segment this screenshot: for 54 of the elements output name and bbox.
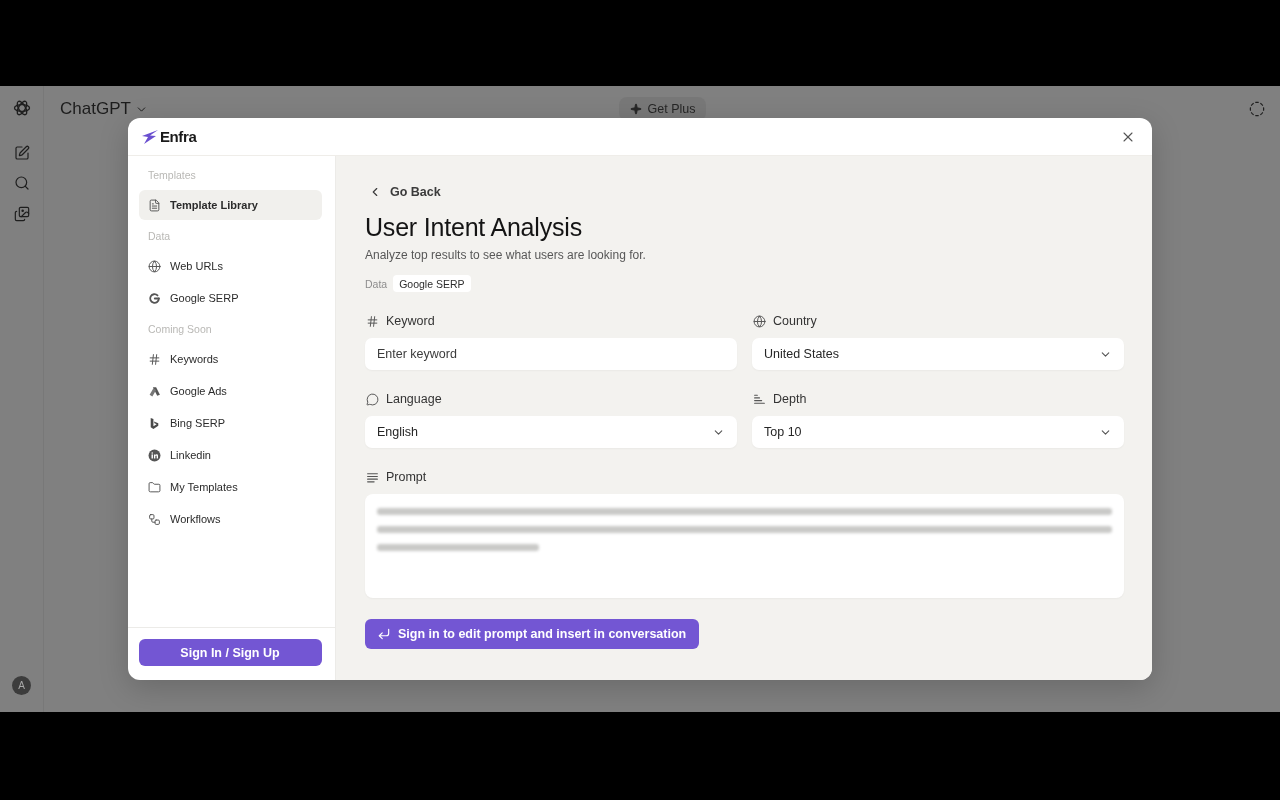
sidebar-item[interactable]: Bing SERP <box>139 408 322 438</box>
edit-icon[interactable] <box>13 145 30 161</box>
page-title: User Intent Analysis <box>365 212 583 242</box>
sparkle-icon <box>629 103 642 115</box>
return-arrow-icon <box>377 627 391 641</box>
document-icon <box>148 198 161 212</box>
field-label: Keyword <box>386 314 435 328</box>
data-label: Data <box>365 277 388 290</box>
hash-icon <box>148 352 161 366</box>
logo-icon[interactable] <box>12 99 31 117</box>
section-heading: Templates <box>147 167 197 183</box>
submit-button[interactable]: Sign in to edit prompt and insert in conversation <box>365 619 700 649</box>
dropdown-field[interactable]: English <box>365 416 737 448</box>
data-tag: Google SERP <box>393 275 471 292</box>
section-heading: Data <box>147 228 172 244</box>
section-heading: Coming Soon <box>147 321 213 337</box>
avatar[interactable]: A <box>12 676 31 695</box>
bars-icon <box>753 392 766 406</box>
workflow-icon <box>148 512 161 526</box>
description-text: Analyze top results to see what users are looking for. <box>365 247 647 263</box>
field-label: Language <box>386 392 442 406</box>
chat-bubble-icon <box>366 392 379 406</box>
sidebar-item[interactable]: Template Library <box>139 190 322 220</box>
logo-icon <box>142 129 158 144</box>
back-link[interactable]: Go Back <box>368 183 441 201</box>
sidebar-item[interactable]: My Templates <box>139 472 322 502</box>
google-icon <box>148 291 161 305</box>
brand-name: Enfra <box>160 128 197 145</box>
linkedin-icon <box>148 448 161 462</box>
search-icon[interactable] <box>13 175 30 191</box>
hash-icon <box>366 314 379 328</box>
field-label: Depth <box>773 392 807 406</box>
sidebar-item[interactable]: Web URLs <box>139 251 322 281</box>
sidebar-item[interactable]: Keywords <box>139 344 322 374</box>
dropdown-field[interactable]: Top 10 <box>752 416 1124 448</box>
sign-in-button[interactable]: Sign In / Sign Up <box>139 639 322 666</box>
globe-icon <box>753 314 766 328</box>
bing-icon <box>148 416 161 430</box>
model-selector[interactable]: ChatGPT <box>60 99 148 119</box>
text-lines-icon <box>366 470 379 484</box>
prompt-field[interactable] <box>365 494 1124 598</box>
sidebar-item[interactable]: Workflows <box>139 504 322 534</box>
images-icon[interactable] <box>13 206 30 222</box>
field-label: Prompt <box>386 470 427 484</box>
sidebar-item[interactable]: Google SERP <box>139 283 322 313</box>
google-ads-icon <box>148 384 161 398</box>
sidebar-item[interactable]: Linkedin <box>139 440 322 470</box>
dropdown-field[interactable]: United States <box>752 338 1124 370</box>
field-label: Country <box>773 314 817 328</box>
dashed-circle-icon[interactable] <box>1249 101 1265 117</box>
sidebar-item[interactable]: Google Ads <box>139 376 322 406</box>
folder-icon <box>148 480 161 494</box>
globe-icon <box>148 259 161 273</box>
text-input[interactable]: Enter keyword <box>365 338 737 370</box>
